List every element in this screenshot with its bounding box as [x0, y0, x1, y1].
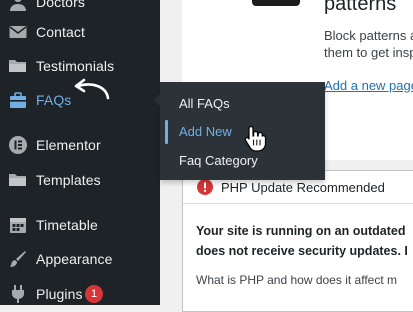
elementor-icon [8, 135, 28, 155]
patterns-description-line: Block patterns are [324, 28, 413, 43]
sidebar-item-label: Templates [36, 172, 101, 188]
paintbrush-icon [8, 249, 28, 269]
admin-sidebar: Doctors Contact Testimonials FAQs Elemen… [0, 0, 160, 305]
sidebar-item-appearance[interactable]: Appearance [0, 241, 160, 277]
notice-body-line: Your site is running on an outdated [196, 224, 406, 238]
faqs-submenu: All FAQs Add New Faq Category [160, 82, 325, 180]
patterns-description-line: them to get inspir [324, 45, 413, 60]
sidebar-item-label: Contact [36, 24, 85, 40]
notice-body-line: does not receive security updates. I [196, 244, 408, 258]
folder-icon [8, 56, 28, 76]
sidebar-item-label: FAQs [36, 92, 72, 108]
submenu-current-indicator [165, 120, 168, 144]
alert-icon [197, 179, 213, 195]
submenu-item-add-new[interactable]: Add New [179, 124, 232, 139]
sidebar-item-label: Timetable [36, 217, 98, 233]
plugin-icon [8, 284, 28, 304]
notice-body: Your site is running on an outdated does… [196, 221, 408, 261]
patterns-description: Block patterns are them to get inspir [324, 27, 413, 61]
hand-pointer-cursor-icon [244, 125, 266, 152]
patterns-thumbnail [252, 0, 300, 6]
sidebar-item-templates[interactable]: Templates [0, 162, 160, 198]
envelope-icon [8, 22, 28, 42]
sidebar-item-label: Doctors [36, 0, 85, 10]
sidebar-item-elementor[interactable]: Elementor [0, 127, 160, 163]
php-update-notice: PHP Update Recommended Your site is runn… [182, 170, 413, 312]
doctors-icon [8, 0, 28, 12]
calendar-icon [8, 215, 28, 235]
sidebar-item-label: Appearance [36, 251, 113, 267]
submenu-item-faq-category[interactable]: Faq Category [179, 153, 258, 168]
sidebar-item-label: Elementor [36, 137, 101, 153]
notice-question: What is PHP and how does it affect m [196, 273, 397, 287]
update-count-badge: 1 [85, 285, 103, 303]
submenu-item-all-faqs[interactable]: All FAQs [179, 96, 230, 111]
add-new-page-link[interactable]: Add a new page [324, 78, 413, 93]
notice-title: PHP Update Recommended [221, 180, 385, 195]
sidebar-item-plugins[interactable]: Plugins 1 [0, 276, 160, 312]
sidebar-item-label: Testimonials [36, 58, 115, 74]
sidebar-item-timetable[interactable]: Timetable [0, 207, 160, 243]
sidebar-item-label: Plugins [36, 286, 83, 302]
folder-icon [8, 170, 28, 190]
annotation-arrow-icon [74, 78, 110, 100]
briefcase-icon [8, 90, 28, 110]
patterns-title: patterns [324, 0, 397, 15]
sidebar-item-contact[interactable]: Contact [0, 14, 160, 50]
